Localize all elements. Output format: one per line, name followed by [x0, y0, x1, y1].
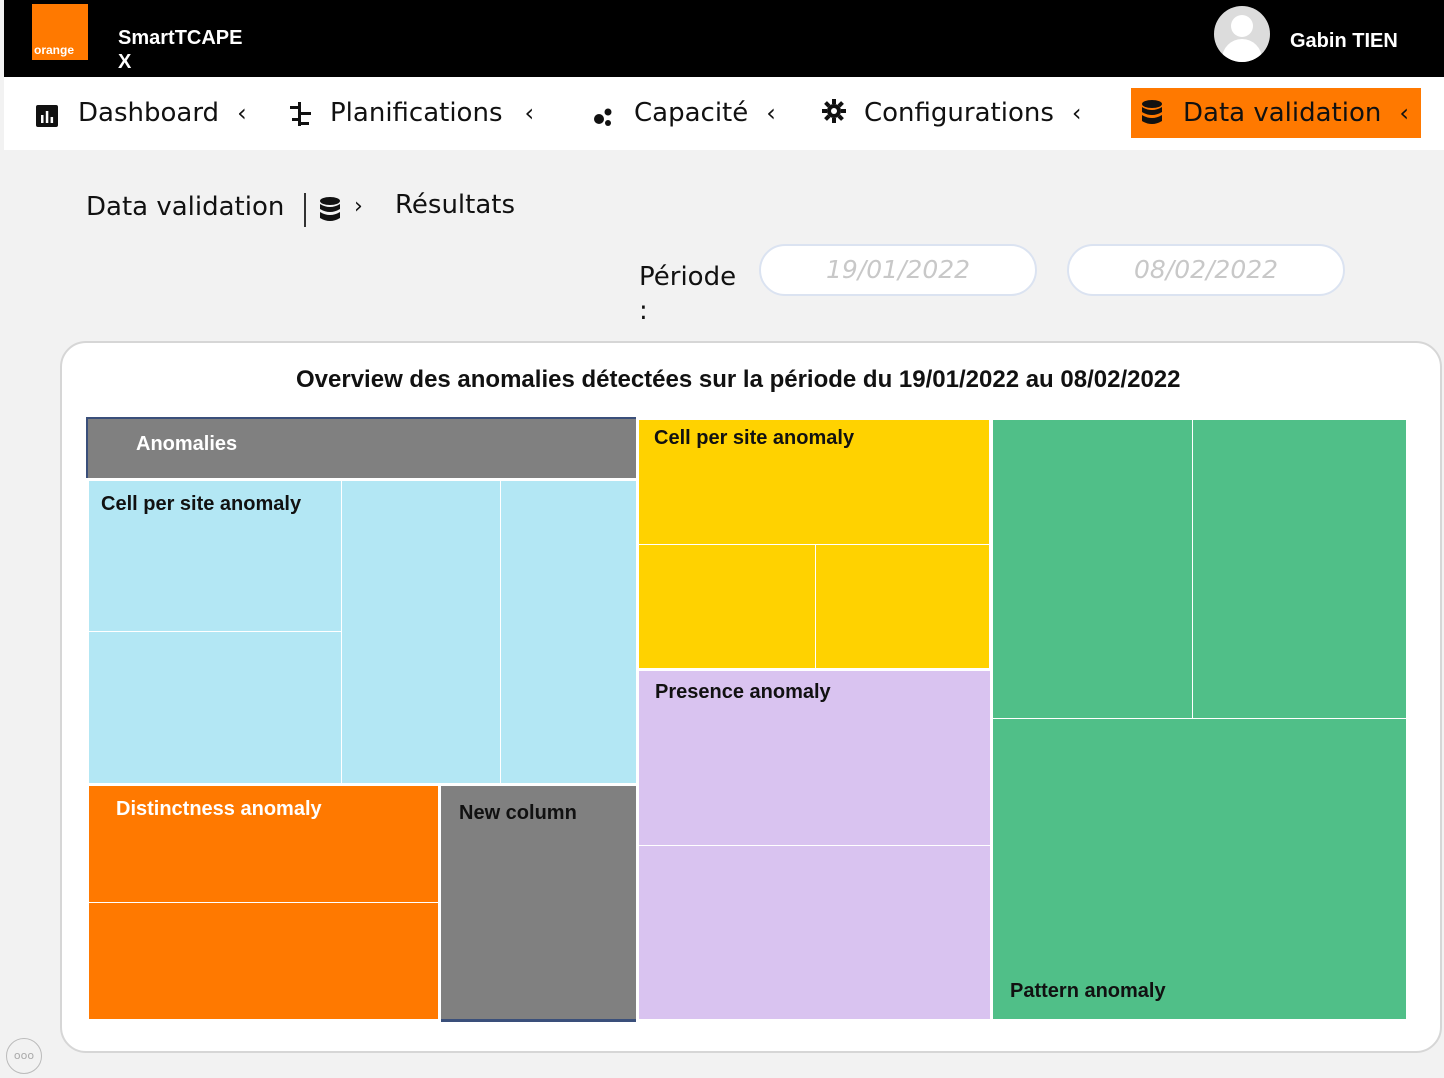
- nav-item-capacite[interactable]: Capacité ‹: [592, 88, 776, 138]
- treemap-tile-new-column[interactable]: New column: [441, 786, 636, 1022]
- logo-text: orange: [34, 43, 75, 57]
- chevron-right-icon: ›: [354, 194, 363, 219]
- treemap-tile-cell-per-site-blue[interactable]: Cell per site anomaly: [89, 481, 636, 783]
- treemap-label: Presence anomaly: [655, 681, 831, 703]
- chart-title: Overview des anomalies détectées sur la …: [296, 366, 1181, 393]
- treemap-label: Cell per site anomaly: [101, 493, 302, 515]
- period-label: Période :: [639, 260, 736, 328]
- more-options-button[interactable]: ooo: [6, 1038, 42, 1074]
- bar-chart-icon: [36, 99, 64, 127]
- username[interactable]: Gabin TIEN: [1290, 30, 1398, 53]
- start-date-field[interactable]: 19/01/2022: [759, 244, 1037, 296]
- period-label-colon: :: [639, 296, 648, 326]
- nav-item-data-validation[interactable]: Data validation ‹: [1131, 88, 1421, 138]
- treemap-tile-pattern[interactable]: Pattern anomaly: [993, 420, 1406, 1019]
- tile-divider: [341, 481, 342, 783]
- tile-divider: [993, 718, 1406, 719]
- app-title: SmartTCAPE X: [118, 26, 258, 74]
- end-date-field[interactable]: 08/02/2022: [1067, 244, 1345, 296]
- orange-logo[interactable]: orange: [32, 4, 88, 60]
- chevron-left-icon: ‹: [237, 99, 247, 127]
- nav-label-capacite: Capacité: [634, 98, 749, 128]
- tile-divider: [639, 845, 990, 846]
- chevron-left-icon: ‹: [524, 99, 535, 127]
- tile-divider: [89, 631, 341, 632]
- avatar[interactable]: [1214, 6, 1270, 62]
- chevron-left-icon: ‹: [1071, 99, 1082, 127]
- nav-label-data-validation: Data validation: [1183, 98, 1382, 128]
- treemap-label: New column: [459, 802, 577, 824]
- breadcrumb-section[interactable]: Data validation: [86, 192, 284, 222]
- nav-label-planifications: Planifications: [330, 98, 503, 128]
- tile-divider: [500, 481, 501, 783]
- app-title-line1: SmartTCAPE: [118, 27, 243, 49]
- planning-icon: [288, 99, 316, 127]
- nav-item-configurations[interactable]: Configurations ‹: [822, 88, 1081, 138]
- breadcrumb-divider: [304, 193, 306, 227]
- tile-divider: [89, 902, 438, 903]
- nav-item-dashboard[interactable]: Dashboard ‹: [36, 88, 247, 138]
- treemap-label: Pattern anomaly: [1010, 980, 1166, 1002]
- nav-item-planifications[interactable]: Planifications ‹: [288, 88, 534, 138]
- treemap-label: Distinctness anomaly: [116, 798, 322, 820]
- capacity-icon: [592, 99, 620, 127]
- database-icon: [1141, 99, 1169, 127]
- gear-icon: [822, 99, 850, 127]
- period-label-text: Période: [639, 262, 737, 292]
- chevron-left-icon: ‹: [766, 99, 776, 127]
- nav-label-dashboard: Dashboard: [78, 98, 220, 128]
- treemap-header-label: Anomalies: [136, 433, 238, 455]
- breadcrumb-page: Résultats: [395, 190, 516, 220]
- app-title-line2: X: [118, 51, 132, 73]
- tile-divider: [1192, 420, 1193, 718]
- tile-divider: [815, 544, 816, 668]
- treemap-header[interactable]: Anomalies: [86, 417, 636, 478]
- database-icon: [319, 196, 341, 228]
- tile-divider: [639, 544, 989, 545]
- nav-label-configurations: Configurations: [864, 98, 1054, 128]
- treemap-label: Cell per site anomaly: [654, 427, 855, 449]
- chevron-left-icon: ‹: [1399, 99, 1409, 127]
